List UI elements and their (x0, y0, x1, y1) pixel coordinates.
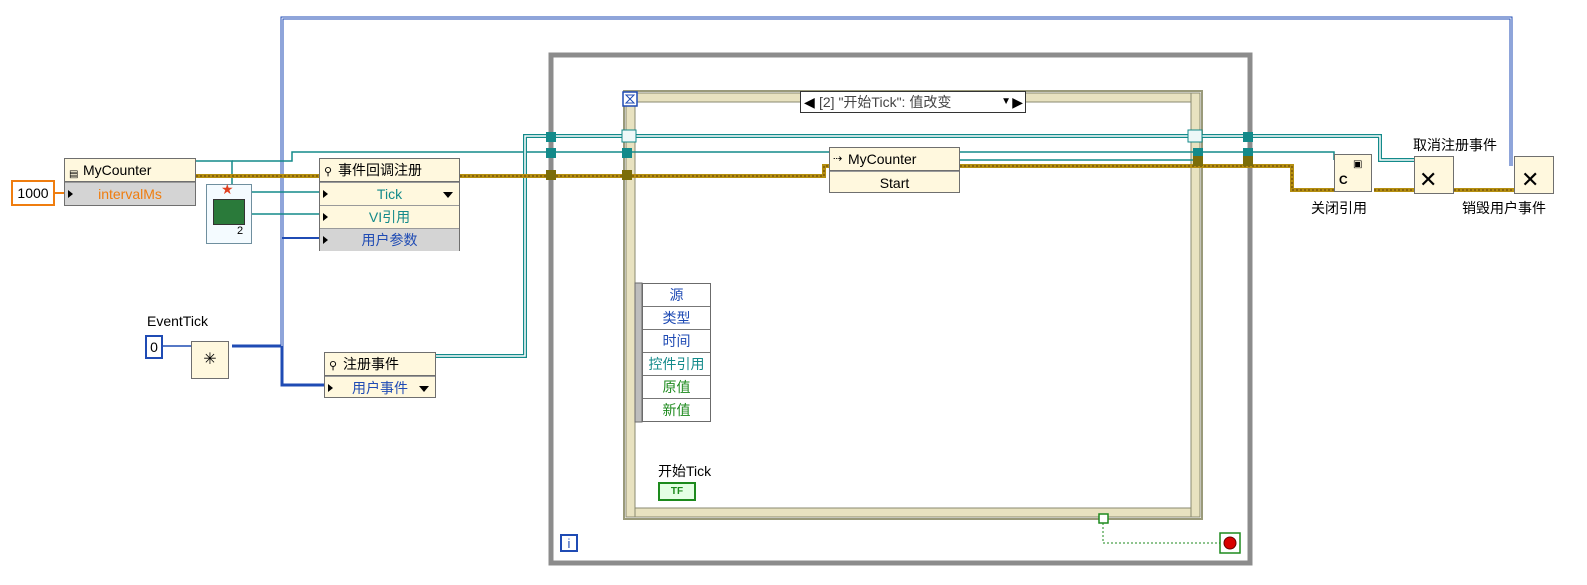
event-data-source[interactable]: 源 (643, 284, 710, 307)
start-tick-label: 开始Tick (658, 463, 712, 479)
callback-row-vi-ref: VI引用 (368, 209, 411, 225)
unregister-label: 取消注册事件 (1413, 137, 1497, 153)
interval-value: 1000 (17, 185, 49, 201)
input-arrow-icon (328, 384, 333, 392)
input-arrow-icon (323, 190, 328, 198)
mycounter-property-node[interactable]: ▤ MyCounter intervalMs (64, 158, 196, 206)
close-ref-label: 关闭引用 (1311, 200, 1367, 216)
callback-register-title: 事件回调注册 (338, 162, 422, 178)
event-data-node[interactable]: 源 类型 时间 控件引用 原值 新值 (642, 283, 711, 422)
callback-vi-icon (213, 199, 245, 225)
dropdown-icon[interactable] (419, 386, 429, 392)
vi-reference-constant[interactable]: ★ 2 (206, 181, 252, 244)
dropdown-icon[interactable] (443, 192, 453, 198)
prev-case-icon[interactable]: ◀ (804, 92, 815, 112)
event-data-type[interactable]: 类型 (643, 307, 710, 330)
input-arrow-icon (323, 236, 328, 244)
destroy-user-event-label: 销毁用户事件 (1462, 200, 1546, 216)
next-case-icon[interactable]: ▶ (1012, 92, 1023, 112)
mycounter-title: MyCounter (83, 162, 152, 178)
case-label: [2] "开始Tick": 值改变 (819, 94, 952, 110)
bool-text: TF (670, 486, 684, 497)
event-data-old-value[interactable]: 原值 (643, 376, 710, 399)
destroy-icon: ✕ (1521, 167, 1540, 192)
register-events-row: 用户事件 (352, 380, 408, 396)
input-arrow-icon (323, 213, 328, 221)
case-dropdown-icon[interactable]: ▼ (1001, 92, 1011, 112)
input-arrow-icon (68, 190, 73, 198)
interval-constant[interactable]: 1000 (11, 180, 55, 206)
invoke-node[interactable]: ⇢ MyCounter Start (829, 147, 960, 193)
event-data-new-value[interactable]: 新值 (643, 399, 710, 421)
create-user-event-icon: ✳ (203, 351, 217, 368)
unregister-icon: ✕ (1419, 167, 1438, 192)
iteration-label: i (568, 536, 571, 551)
event-tick-constant[interactable]: 0 (145, 335, 163, 359)
invoke-icon: ⇢ (833, 153, 843, 165)
invoke-method: Start (879, 175, 910, 191)
vi-ref-index: 2 (237, 225, 244, 237)
event-tick-label: EventTick (147, 313, 208, 329)
event-data-time[interactable]: 时间 (643, 330, 710, 353)
star-icon: ★ (221, 181, 234, 197)
register-events-title: 注册事件 (343, 356, 399, 372)
close-ref-icon: ▣ (1353, 159, 1363, 170)
create-user-event-node[interactable]: ✳ (191, 341, 229, 379)
event-case-selector[interactable]: ◀ [2] "开始Tick": 值改变 ▼ ▶ (800, 91, 1026, 113)
close-ref-text: C (1339, 173, 1348, 187)
invoke-title: MyCounter (848, 151, 917, 167)
close-reference-node[interactable]: C ▣ (1334, 154, 1372, 192)
register-event-callback-node[interactable]: ⚲ 事件回调注册 Tick VI引用 用户参数 (319, 158, 460, 251)
register-events-node[interactable]: ⚲ 注册事件 用户事件 (324, 352, 436, 398)
register-node-icon: ⚲ (329, 360, 338, 372)
event-tick-value: 0 (150, 339, 158, 355)
unregister-events-node[interactable]: ✕ (1414, 156, 1454, 194)
event-data-control-ref[interactable]: 控件引用 (643, 353, 710, 376)
callback-node-icon: ⚲ (324, 166, 333, 178)
interval-field: intervalMs (98, 186, 162, 202)
start-tick-terminal[interactable]: TF (658, 482, 696, 501)
destroy-user-event-node[interactable]: ✕ (1514, 156, 1554, 194)
stop-wire[interactable] (1102, 519, 1222, 544)
callback-row-tick: Tick (376, 186, 403, 202)
block-diagram-canvas: i (163, 16, 1514, 566)
callback-row-user-param: 用户参数 (361, 232, 418, 248)
